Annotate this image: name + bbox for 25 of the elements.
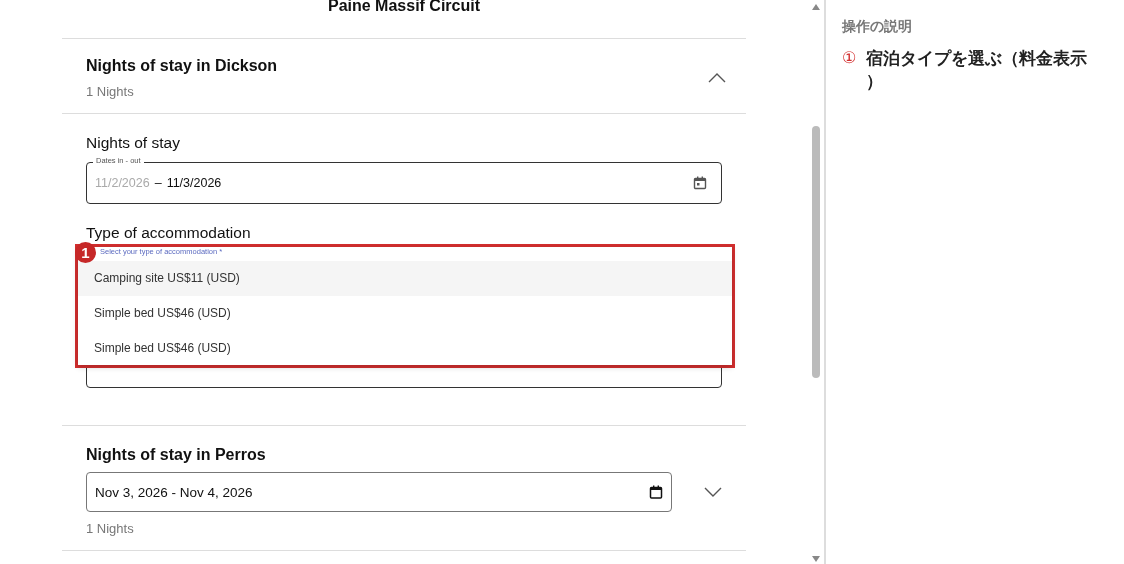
calendar-icon[interactable] [693,176,707,190]
start-date: 11/2/2026 [95,176,150,190]
date-range-field[interactable]: Nov 3, 2026 - Nov 4, 2026 [86,472,672,512]
scroll-up-icon[interactable] [812,4,820,10]
nights-count: 1 Nights [86,521,135,536]
end-date: 11/3/2026 [166,176,222,190]
date-separator: – [154,176,162,190]
dropdown-option[interactable]: Simple bed US$46 (USD) [78,331,732,366]
calendar-icon[interactable] [649,485,663,499]
chevron-down-icon[interactable] [704,487,722,497]
page-title: Paine Massif Circuit [62,0,746,39]
nights-count: 1 Nights [86,84,135,99]
step-text: 宿泊タイプを選ぶ（料金表示） [866,48,1088,93]
date-range-value: Nov 3, 2026 - Nov 4, 2026 [95,484,253,500]
instructions-heading: 操作の説明 [842,18,913,36]
field-label: Type of accommodation [86,224,252,242]
field-label: Nights of stay [86,134,181,152]
scroll-thumb[interactable] [812,126,820,378]
scroll-down-icon[interactable] [812,556,820,562]
dropdown-option[interactable]: Simple bed US$46 (USD) [78,296,732,331]
dropdown-option[interactable]: Camping site US$11 (USD) [78,261,732,296]
section-title: Nights of stay in Perros [86,446,267,464]
chevron-up-icon[interactable] [708,73,726,83]
section-title: Nights of stay in Dickson [86,57,278,75]
step-number: ① [842,48,856,67]
